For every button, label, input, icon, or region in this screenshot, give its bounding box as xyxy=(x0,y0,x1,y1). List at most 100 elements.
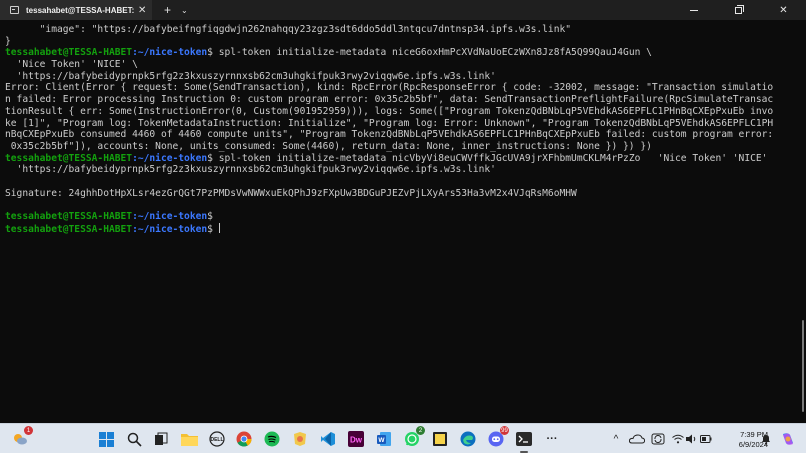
maximize-button[interactable] xyxy=(716,0,761,20)
vscode-icon xyxy=(321,432,335,446)
terminal-app-icon xyxy=(516,432,532,446)
text-cursor xyxy=(218,222,220,233)
svg-text:Dw: Dw xyxy=(350,436,363,445)
whatsapp-badge: 2 xyxy=(416,426,425,435)
folder-icon xyxy=(180,434,198,446)
terminal-icon xyxy=(10,6,19,14)
sticky-notes-button[interactable] xyxy=(430,429,450,449)
output-text: Error: Client(Error { request: Some(Send… xyxy=(5,82,774,94)
file-explorer-button[interactable] xyxy=(179,429,199,449)
copilot-icon xyxy=(783,433,793,445)
bell-icon xyxy=(762,435,770,445)
task-view-icon xyxy=(155,432,168,445)
chrome-button[interactable] xyxy=(234,429,254,449)
svg-text:DELL: DELL xyxy=(210,437,223,443)
terminal-line: 0x35c2b5bf"]), accounts: None, units_con… xyxy=(5,141,796,153)
window-controls: ✕ xyxy=(671,0,806,20)
prompt-path: :~/nice-token xyxy=(132,211,208,222)
terminal-tab[interactable]: tessahabet@TESSA-HABET: ~ ✕ xyxy=(0,0,152,20)
prompt-path: :~/nice-token xyxy=(132,223,208,235)
edge-button[interactable] xyxy=(458,429,478,449)
terminal-line: tionResult { err: Some(InstructionError(… xyxy=(5,106,796,118)
whatsapp-button[interactable]: 2 xyxy=(402,426,425,449)
terminal-line: nBqCXEpPxuEb consumed 4460 of 4460 compu… xyxy=(5,129,796,141)
output-text: 'https://bafybeidyprnpk5rfg2z3kxuszyrnnx… xyxy=(5,70,496,82)
terminal-line: tessahabet@TESSA-HABET:~/nice-token$ xyxy=(5,211,796,223)
word-button[interactable]: W xyxy=(374,429,394,449)
windows-logo-icon xyxy=(98,431,114,447)
dell-icon: DELL xyxy=(209,431,225,447)
terminal-output[interactable]: "image": "https://bafybeifngfiqgdwjn262n… xyxy=(0,20,806,423)
output-text: 'https://bafybeidyprnpk5rfg2z3kxuszyrnnx… xyxy=(5,164,496,176)
sync-icon xyxy=(651,433,665,445)
taskbar: 1 DELL Dw W 2 99 ··· ^ 7:39 PM 6/9/2024 xyxy=(0,423,806,453)
output-text: n failed: Error processing Instruction 0… xyxy=(5,94,774,106)
terminal-line: tessahabet@TESSA-HABET:~/nice-token$ xyxy=(5,222,796,235)
terminal-line: Signature: 24ghhDotHpXLsr4ezGrQGt7PzPMDs… xyxy=(5,188,796,200)
new-tab-button[interactable]: + xyxy=(164,3,171,17)
discord-button[interactable]: 99 xyxy=(486,426,509,449)
prompt-user: tessahabet@TESSA-HABET xyxy=(5,211,133,222)
terminal-button[interactable] xyxy=(514,429,534,453)
output-text: ke [1]", "Program log: TokenMetadataInst… xyxy=(5,117,774,129)
terminal-line: tessahabet@TESSA-HABET:~/nice-token$ spl… xyxy=(5,47,796,59)
svg-text:W: W xyxy=(378,437,385,444)
tab-title: tessahabet@TESSA-HABET: ~ xyxy=(26,5,134,15)
terminal-line: 'Nice Token' 'NICE' \ xyxy=(5,59,796,71)
output-text: "image": "https://bafybeifngfiqgdwjn262n… xyxy=(5,24,572,35)
spotify-icon xyxy=(264,431,280,447)
terminal-line: ke [1]", "Program log: TokenMetadataInst… xyxy=(5,118,796,130)
sticky-notes-icon xyxy=(433,432,447,446)
dreamweaver-button[interactable]: Dw xyxy=(346,429,366,449)
scrollbar[interactable] xyxy=(802,320,804,412)
restore-icon xyxy=(735,4,744,14)
terminal-line: tessahabet@TESSA-HABET:~/nice-token$ spl… xyxy=(5,153,796,165)
output-text: 'Nice Token' 'NICE' \ xyxy=(5,59,138,71)
minimize-icon xyxy=(689,9,698,11)
chrome-icon xyxy=(236,431,252,447)
notifications-button[interactable] xyxy=(756,429,776,449)
close-tab-icon[interactable]: ✕ xyxy=(138,5,146,16)
battery-icon xyxy=(700,435,712,443)
terminal-line: n failed: Error processing Instruction 0… xyxy=(5,94,796,106)
output-text: 0x35c2b5bf"]), accounts: None, units_con… xyxy=(5,140,652,152)
terminal-text: "image": "https://bafybeifngfiqgdwjn262n… xyxy=(5,24,796,235)
more-apps-button[interactable]: ··· xyxy=(542,429,562,449)
title-bar: tessahabet@TESSA-HABET: ~ ✕ + ⌄ ✕ xyxy=(0,0,806,20)
prompt-path: :~/nice-token xyxy=(132,152,208,164)
discord-badge: 99 xyxy=(500,426,509,435)
terminal-line: 'https://bafybeidyprnpk5rfg2z3kxuszyrnnx… xyxy=(5,71,796,83)
prompt-path: :~/nice-token xyxy=(132,47,208,59)
minimize-button[interactable] xyxy=(671,0,716,20)
start-button[interactable] xyxy=(96,429,116,449)
command-text: spl-token initialize-metadata nicVbyVi8e… xyxy=(212,152,768,164)
output-text: tionResult { err: Some(InstructionError(… xyxy=(5,105,774,117)
vscode-button[interactable] xyxy=(318,429,338,449)
dreamweaver-icon: Dw xyxy=(348,431,364,447)
terminal-line: } xyxy=(5,36,796,48)
output-text: nBqCXEpPxuEb consumed 4460 of 4460 compu… xyxy=(5,129,774,141)
paint-icon xyxy=(294,432,306,446)
prompt-symbol: $ xyxy=(207,211,213,222)
task-view-button[interactable] xyxy=(151,429,171,449)
copilot-button[interactable] xyxy=(778,429,798,449)
cloud-icon xyxy=(629,434,645,444)
widgets-button[interactable]: 1 xyxy=(10,426,33,449)
prompt-user: tessahabet@TESSA-HABET xyxy=(5,152,133,164)
output-text: Signature: 24ghhDotHpXLsr4ezGrQGt7PzPMDs… xyxy=(5,187,577,199)
close-window-button[interactable]: ✕ xyxy=(761,0,806,20)
search-button[interactable] xyxy=(124,429,144,449)
spotify-button[interactable] xyxy=(262,429,282,449)
battery-button[interactable] xyxy=(696,429,716,449)
terminal-line: Error: Client(Error { request: Some(Send… xyxy=(5,82,796,94)
tray-chevron-icon[interactable]: ^ xyxy=(606,429,626,449)
paint-app-button[interactable] xyxy=(290,429,310,449)
dell-app-button[interactable]: DELL xyxy=(207,429,227,449)
onedrive-button[interactable] xyxy=(627,429,647,449)
sync-button[interactable] xyxy=(648,429,668,449)
tab-dropdown-button[interactable]: ⌄ xyxy=(181,6,188,15)
word-icon: W xyxy=(377,432,391,446)
search-icon xyxy=(127,432,142,447)
